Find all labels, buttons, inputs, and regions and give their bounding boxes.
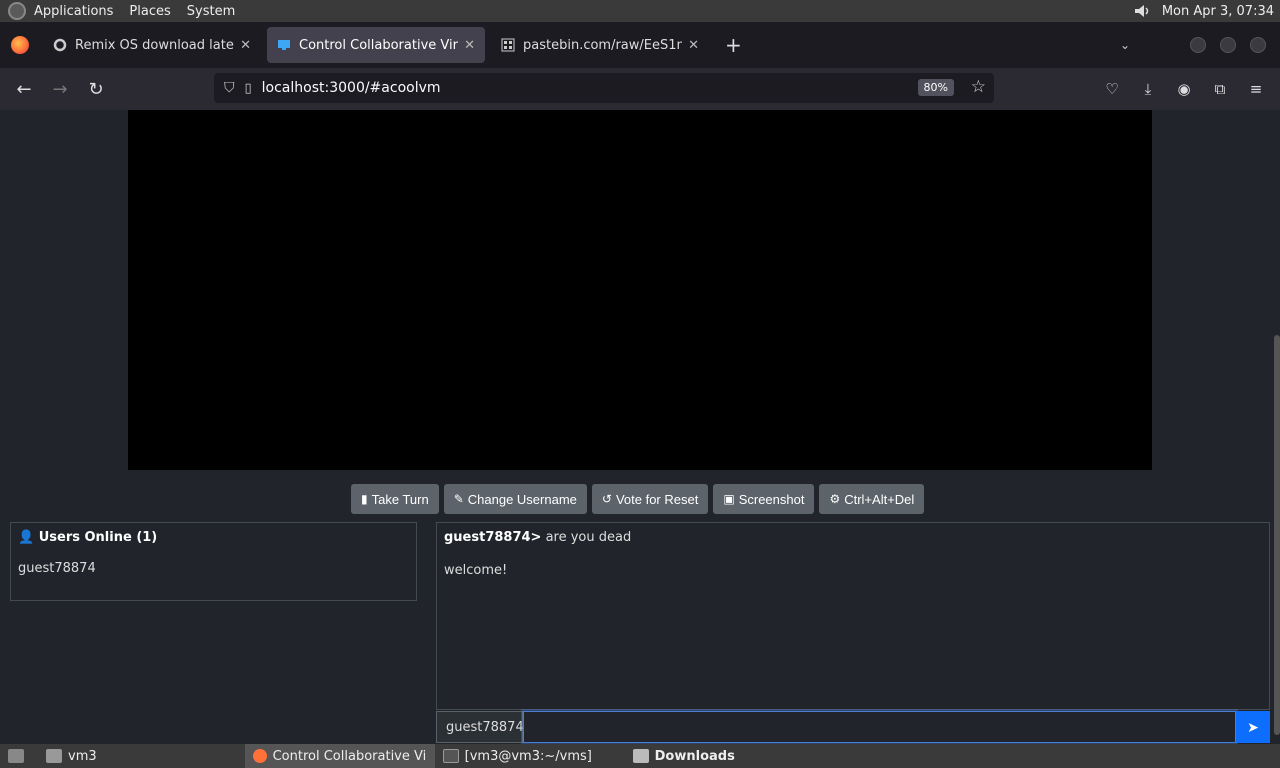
pastebin-icon — [501, 38, 515, 52]
clock[interactable]: Mon Apr 3, 07:34 — [1162, 4, 1274, 19]
chat-message-user: guest78874> — [444, 530, 542, 545]
rotate-left-icon: ↺ — [601, 492, 612, 506]
paper-plane-icon: ➤ — [1247, 718, 1259, 735]
volume-icon[interactable] — [1134, 4, 1152, 18]
back-button[interactable]: ← — [6, 79, 42, 100]
menu-places[interactable]: Places — [129, 4, 170, 19]
system-logo-icon[interactable] — [8, 2, 26, 20]
home-folder-icon — [46, 749, 62, 763]
taskbar-item-vm3[interactable]: vm3 — [38, 744, 105, 768]
firefox-icon[interactable] — [11, 36, 29, 54]
vote-for-reset-button[interactable]: ↺ Vote for Reset — [591, 484, 709, 514]
screenshot-button[interactable]: ▣ Screenshot — [713, 484, 815, 514]
chat-input-row: guest78874 ➤ — [436, 711, 1270, 743]
maximize-button[interactable] — [1220, 37, 1236, 53]
chat-input[interactable] — [523, 711, 1236, 743]
zoom-badge[interactable]: 80% — [917, 79, 954, 96]
taskbar-item-firefox[interactable]: Control Collaborative Virt... — [244, 744, 435, 768]
send-button[interactable]: ➤ — [1236, 711, 1270, 743]
page-content: ▮ Take Turn ✎ Change Username ↺ Vote for… — [0, 110, 1280, 744]
users-online-header: Users Online (1) — [38, 530, 158, 545]
tab-control-collaborative[interactable]: Control Collaborative Virtual ✕ — [267, 27, 485, 63]
monitor-icon — [278, 40, 290, 50]
folder-icon — [632, 749, 649, 763]
chat-message-text: welcome! — [444, 563, 508, 578]
close-icon[interactable]: ✕ — [464, 38, 475, 53]
user-icon: 👤 — [18, 530, 35, 545]
firefox-icon — [252, 749, 267, 763]
shield-icon[interactable]: ⛉ — [224, 80, 235, 96]
nav-bar: ← → ↻ ⛉ ▯ localhost:3000/#acoolvm 80% ☆ … — [0, 68, 1280, 110]
change-username-button[interactable]: ✎ Change Username — [443, 484, 587, 514]
chevron-down-icon[interactable]: ⌄ — [1120, 38, 1130, 52]
chat-messages-panel: guest78874> are you dead welcome! — [436, 522, 1270, 710]
url-text[interactable]: localhost:3000/#acoolvm — [262, 80, 441, 96]
tab-strip: Remix OS download latest v ✕ Control Col… — [0, 22, 1280, 68]
close-icon[interactable]: ✕ — [240, 38, 251, 53]
take-turn-button[interactable]: ▮ Take Turn — [351, 484, 439, 514]
url-bar[interactable]: ⛉ ▯ localhost:3000/#acoolvm 80% ☆ — [214, 73, 994, 103]
user-pen-icon: ✎ — [453, 492, 464, 506]
page-info-icon[interactable]: ▯ — [245, 81, 252, 96]
tab-pastebin[interactable]: pastebin.com/raw/EeS1nz7( ✕ — [491, 27, 709, 63]
top-panel: Applications Places System Mon Apr 3, 07… — [0, 0, 1280, 22]
mouse-icon: ▮ — [361, 492, 368, 506]
pocket-icon[interactable]: ♡ — [1094, 80, 1130, 98]
new-tab-button[interactable]: + — [725, 33, 742, 57]
chat-message: welcome! — [444, 563, 1262, 578]
vm-button-bar: ▮ Take Turn ✎ Change Username ↺ Vote for… — [351, 484, 929, 514]
bookmark-star-icon[interactable]: ☆ — [971, 77, 986, 97]
menu-applications[interactable]: Applications — [34, 4, 113, 19]
user-list-item[interactable]: guest78874 — [18, 561, 409, 576]
reload-button[interactable]: ↻ — [78, 79, 114, 100]
desktop-icon — [8, 749, 24, 763]
hamburger-menu-icon[interactable]: ≡ — [1238, 80, 1274, 98]
download-icon[interactable]: ⤓ — [1130, 80, 1166, 98]
users-online-panel: 👤 Users Online (1) guest78874 — [10, 522, 417, 601]
minimize-button[interactable] — [1190, 37, 1206, 53]
camera-icon: ▣ — [723, 492, 735, 506]
bottom-panel: vm3 Control Collaborative Virt... [vm3@v… — [0, 744, 1280, 768]
extensions-icon[interactable]: ⧉ — [1202, 80, 1238, 98]
menu-system[interactable]: System — [187, 4, 235, 19]
chat-username-label: guest78874 — [436, 711, 524, 743]
forward-button[interactable]: → — [42, 79, 78, 100]
chat-message: guest78874> are you dead — [444, 530, 1262, 545]
vm-display[interactable] — [128, 110, 1152, 470]
terminal-icon — [442, 749, 459, 763]
close-icon[interactable]: ✕ — [688, 38, 699, 53]
gear-icon: ⚙ — [829, 492, 841, 506]
ctrl-alt-del-button[interactable]: ⚙ Ctrl+Alt+Del — [819, 484, 925, 514]
show-desktop-button[interactable] — [0, 744, 38, 768]
account-icon[interactable]: ◉ — [1166, 80, 1202, 98]
remix-os-icon — [53, 38, 67, 52]
tab-remix-os[interactable]: Remix OS download latest v ✕ — [43, 27, 261, 63]
taskbar-item-terminal[interactable]: [vm3@vm3:~/vms] — [435, 744, 625, 768]
close-window-button[interactable] — [1250, 37, 1266, 53]
chat-message-text: are you dead — [541, 530, 632, 545]
page-scrollbar[interactable] — [1274, 335, 1280, 735]
taskbar-item-downloads[interactable]: Downloads — [625, 744, 743, 768]
